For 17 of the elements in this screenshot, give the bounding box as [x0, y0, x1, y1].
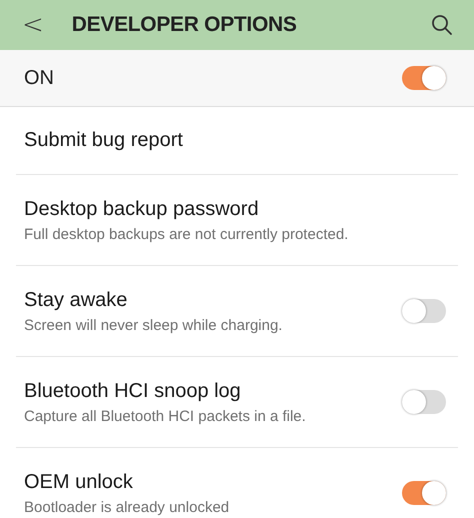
setting-description: Full desktop backups are not currently protected.	[24, 226, 350, 242]
setting-title[interactable]: OEM unlock	[24, 470, 402, 494]
master-label: ON	[24, 66, 55, 90]
setting-title[interactable]: Submit bug report	[24, 129, 446, 152]
setting-description: Bootloader is already unlocked	[24, 498, 230, 516]
toggle-switch[interactable]	[402, 390, 446, 414]
setting-title[interactable]: Stay awake	[24, 288, 402, 312]
setting-title[interactable]: Bluetooth HCI snoop log	[24, 380, 402, 402]
toggle-switch[interactable]	[402, 481, 446, 505]
toggle-switch[interactable]	[402, 299, 446, 323]
setting-title[interactable]: Desktop backup password	[24, 198, 446, 220]
screen-title: DEVELOPER OPTIONS	[72, 13, 298, 37]
setting-description: Capture all Bluetooth HCI packets in a file.	[24, 408, 307, 424]
search-icon[interactable]	[430, 13, 454, 37]
toggle-switch[interactable]	[402, 66, 446, 90]
back-button[interactable]: <	[18, 10, 48, 40]
setting-description: Screen will never sleep while charging.	[24, 316, 284, 334]
